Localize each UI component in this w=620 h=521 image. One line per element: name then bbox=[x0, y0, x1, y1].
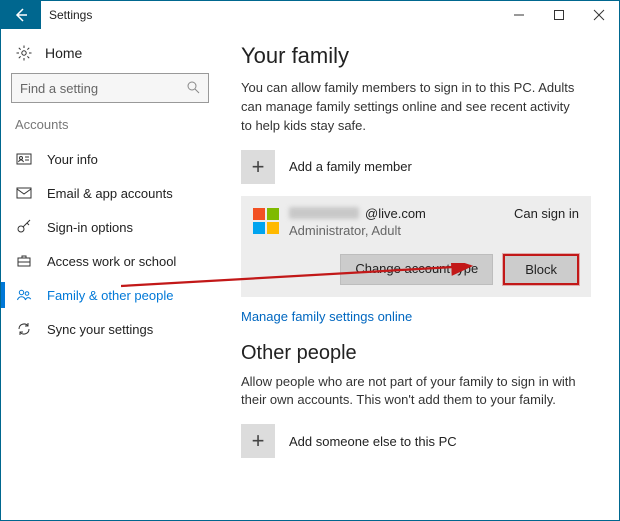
minimize-button[interactable] bbox=[499, 1, 539, 29]
manage-family-link[interactable]: Manage family settings online bbox=[241, 309, 412, 324]
block-button[interactable]: Block bbox=[503, 254, 579, 285]
other-people-heading: Other people bbox=[241, 342, 591, 365]
member-email-domain: @live.com bbox=[365, 206, 426, 221]
other-people-description: Allow people who are not part of your fa… bbox=[241, 373, 581, 411]
person-card-icon bbox=[15, 151, 33, 167]
sidebar-item-label: Family & other people bbox=[47, 288, 173, 303]
sidebar-item-signin[interactable]: Sign-in options bbox=[1, 210, 219, 244]
search-input[interactable]: Find a setting bbox=[11, 73, 209, 103]
main-pane: Your family You can allow family members… bbox=[219, 29, 619, 520]
sidebar-item-label: Access work or school bbox=[47, 254, 176, 269]
back-arrow-icon bbox=[13, 7, 29, 23]
sidebar-item-sync[interactable]: Sync your settings bbox=[1, 312, 219, 346]
sidebar-item-your-info[interactable]: Your info bbox=[1, 142, 219, 176]
home-button[interactable]: Home bbox=[1, 41, 219, 71]
sidebar-item-label: Sign-in options bbox=[47, 220, 133, 235]
back-button[interactable] bbox=[1, 1, 41, 29]
sidebar-item-label: Email & app accounts bbox=[47, 186, 173, 201]
maximize-button[interactable] bbox=[539, 1, 579, 29]
add-other-user-button[interactable]: + Add someone else to this PC bbox=[241, 424, 591, 458]
change-account-type-button[interactable]: Change account type bbox=[340, 254, 493, 285]
window-controls bbox=[499, 1, 619, 29]
home-label: Home bbox=[45, 45, 82, 61]
plus-icon: + bbox=[241, 150, 275, 184]
mail-icon bbox=[15, 185, 33, 201]
microsoft-logo-icon bbox=[253, 208, 279, 234]
add-other-label: Add someone else to this PC bbox=[289, 434, 457, 449]
sidebar: Home Find a setting Accounts Your info E… bbox=[1, 29, 219, 520]
family-heading: Your family bbox=[241, 43, 591, 69]
member-role: Administrator, Adult bbox=[289, 223, 504, 238]
sidebar-item-label: Sync your settings bbox=[47, 322, 153, 337]
gear-icon bbox=[15, 45, 33, 61]
search-icon bbox=[186, 80, 200, 97]
add-family-member-button[interactable]: + Add a family member bbox=[241, 150, 591, 184]
sidebar-item-label: Your info bbox=[47, 152, 98, 167]
member-status: Can sign in bbox=[514, 206, 579, 221]
plus-icon: + bbox=[241, 424, 275, 458]
add-family-label: Add a family member bbox=[289, 159, 412, 174]
titlebar: Settings bbox=[1, 1, 619, 29]
sidebar-item-family[interactable]: Family & other people bbox=[1, 278, 219, 312]
sync-icon bbox=[15, 321, 33, 337]
people-icon bbox=[15, 287, 33, 303]
section-label: Accounts bbox=[1, 117, 219, 138]
search-placeholder: Find a setting bbox=[20, 81, 98, 96]
sidebar-item-email[interactable]: Email & app accounts bbox=[1, 176, 219, 210]
window-title: Settings bbox=[41, 1, 499, 29]
sidebar-item-work[interactable]: Access work or school bbox=[1, 244, 219, 278]
briefcase-icon bbox=[15, 253, 33, 269]
family-description: You can allow family members to sign in … bbox=[241, 79, 581, 136]
key-icon bbox=[15, 219, 33, 235]
redacted-name bbox=[289, 207, 359, 219]
member-email: @live.com bbox=[289, 206, 504, 221]
nav-list: Your info Email & app accounts Sign-in o… bbox=[1, 138, 219, 346]
close-button[interactable] bbox=[579, 1, 619, 29]
family-member-card[interactable]: @live.com Administrator, Adult Can sign … bbox=[241, 196, 591, 297]
